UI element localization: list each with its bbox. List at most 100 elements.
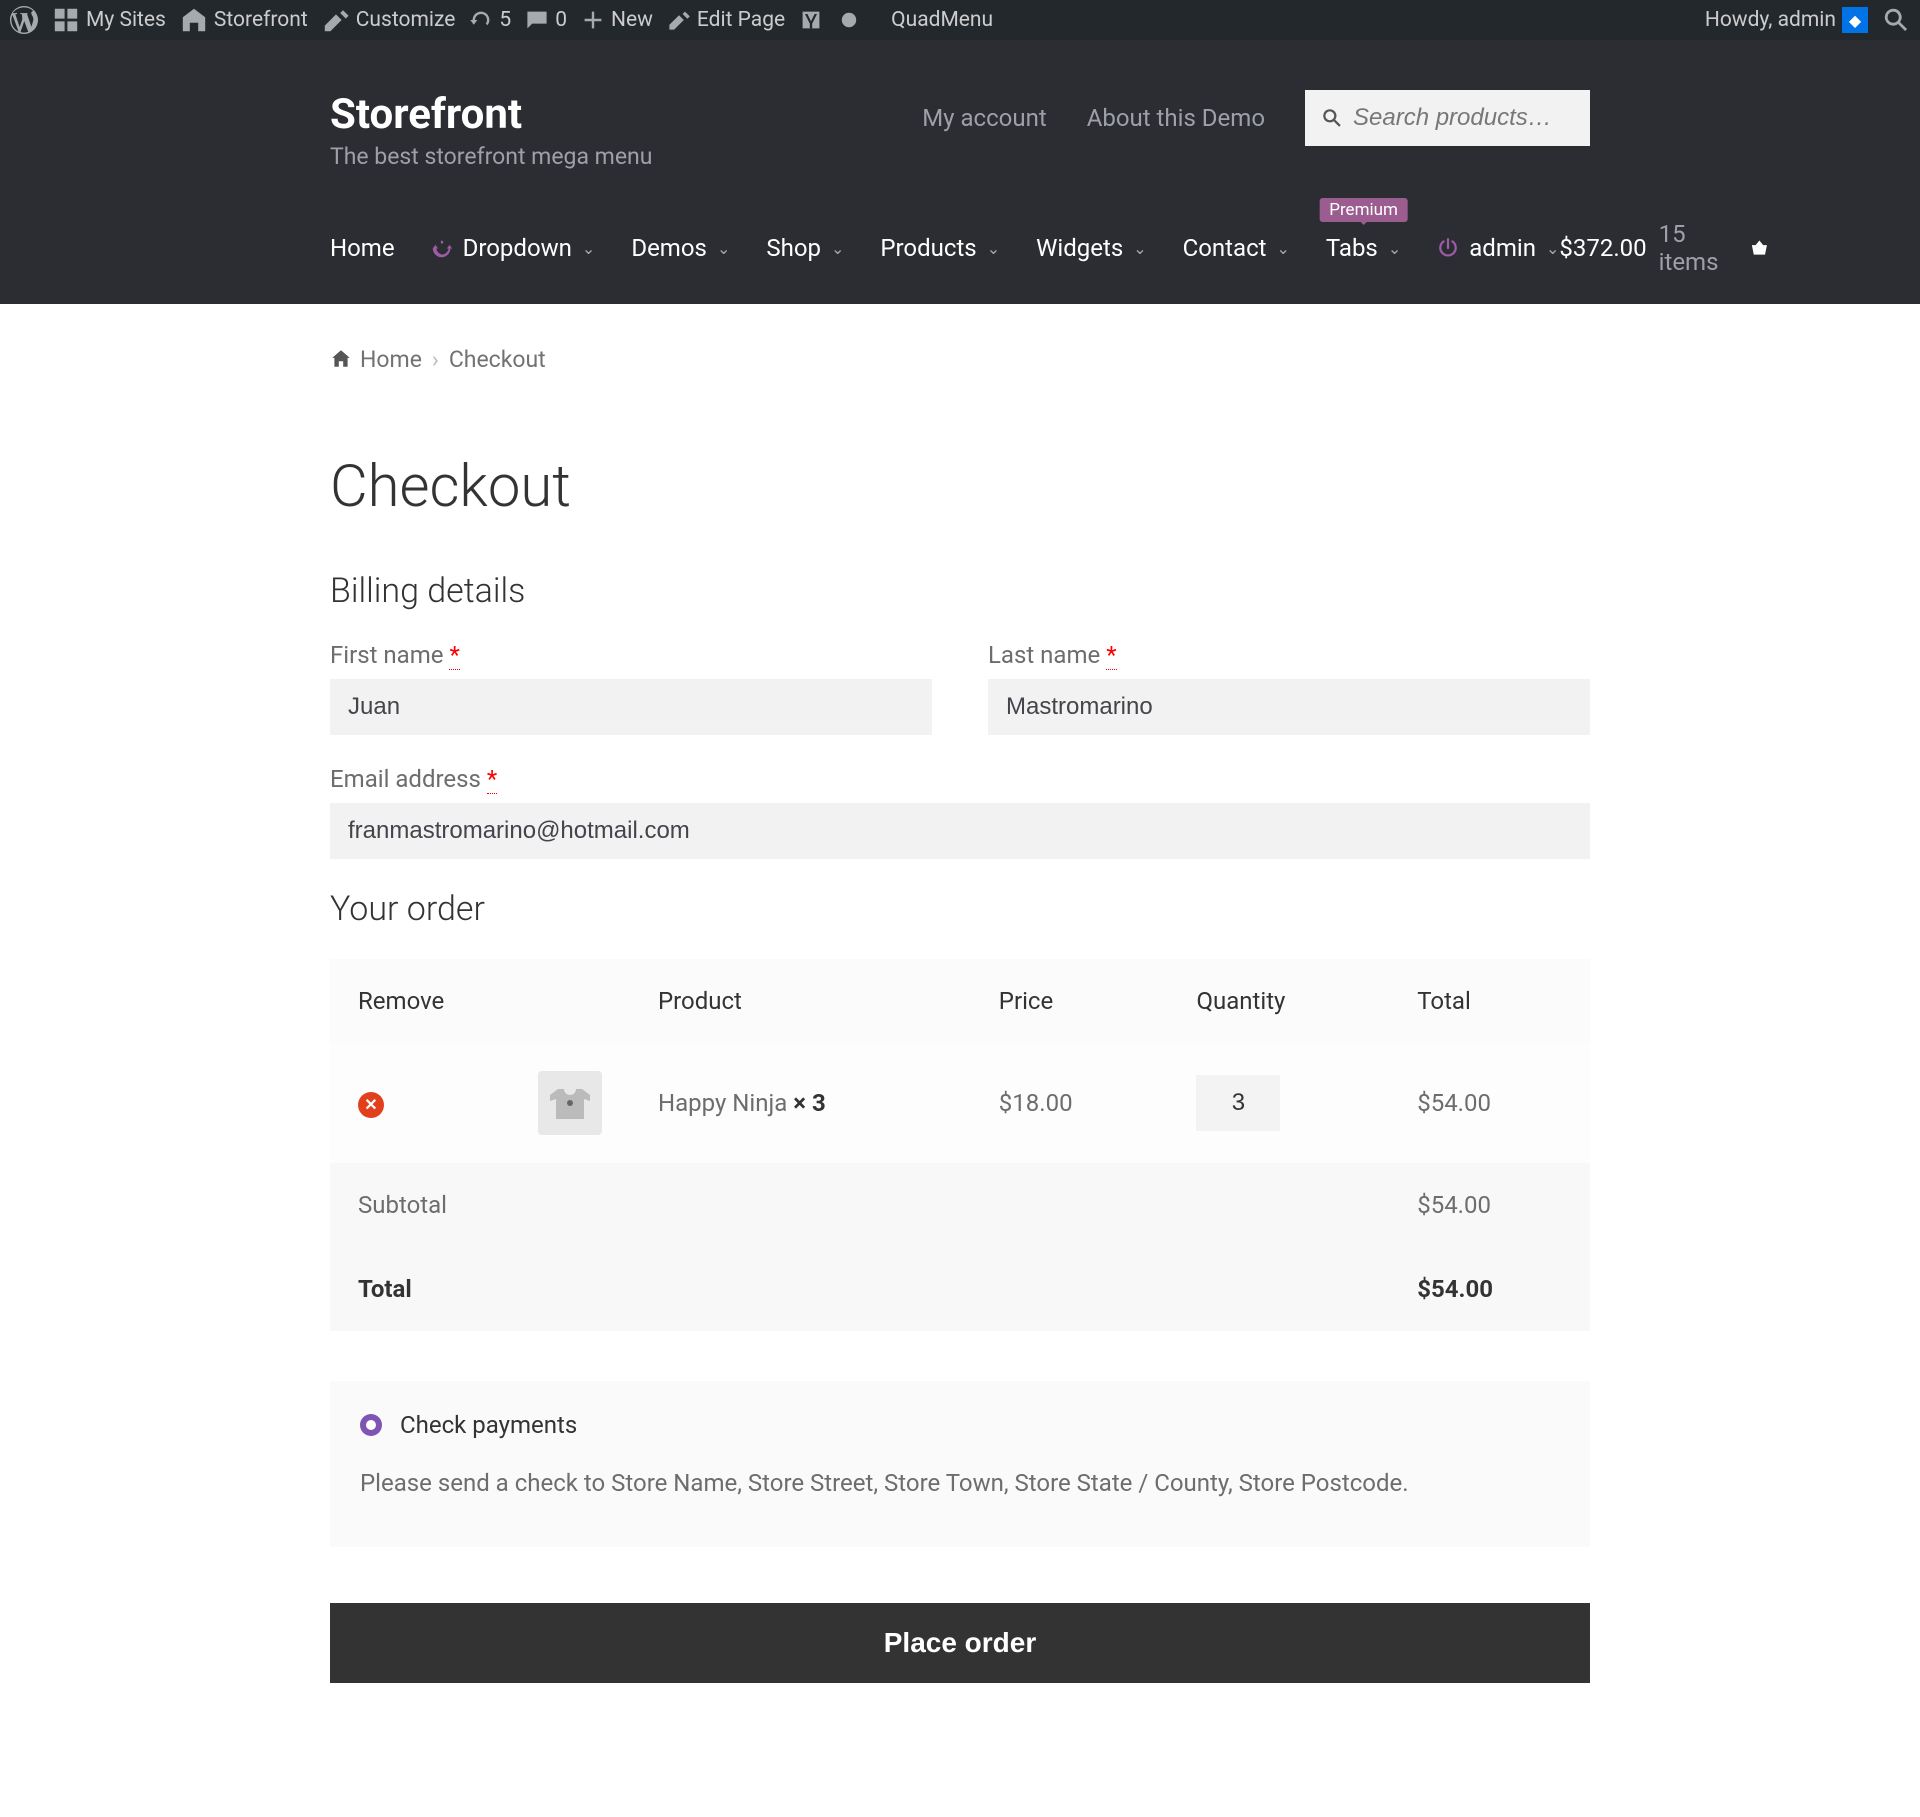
chevron-down-icon: ⌄ [717, 239, 730, 258]
last-name-field: Last name * [988, 641, 1590, 735]
nav-admin-label: admin [1469, 234, 1536, 262]
subtotal-label: Subtotal [330, 1163, 1389, 1247]
payment-radio[interactable] [360, 1414, 382, 1436]
total-label: Total [330, 1247, 1389, 1331]
product-name[interactable]: Happy Ninja [658, 1089, 787, 1117]
nav-home-label: Home [330, 234, 395, 262]
about-demo-link[interactable]: About this Demo [1087, 104, 1265, 132]
col-product: Product [630, 959, 971, 1043]
nav-admin[interactable]: admin ⌄ [1437, 234, 1559, 262]
home-icon [330, 348, 352, 370]
search-input[interactable] [1305, 90, 1590, 146]
quadmenu-link[interactable]: QuadMenu [891, 8, 993, 32]
circle-icon[interactable] [837, 8, 861, 32]
payment-desc: Please send a check to Store Name, Store… [330, 1469, 1590, 1547]
nav-contact-label: Contact [1183, 234, 1267, 262]
updates-count: 5 [499, 8, 511, 32]
place-order-button[interactable]: Place order [330, 1603, 1590, 1683]
col-remove: Remove [330, 959, 510, 1043]
cart-total: $372.00 [1559, 234, 1646, 262]
remove-button[interactable]: ✕ [358, 1092, 384, 1118]
product-thumb[interactable] [538, 1071, 602, 1135]
last-name-label: Last name * [988, 641, 1590, 669]
wp-admin-bar: My Sites Storefront Customize 5 0 New Ed… [0, 0, 1920, 40]
nav-demos[interactable]: Demos ⌄ [631, 234, 730, 262]
my-sites-link[interactable]: My Sites [52, 6, 166, 34]
nav-contact[interactable]: Contact ⌄ [1183, 234, 1290, 262]
avatar-icon: ◆ [1842, 7, 1868, 33]
col-thumb [510, 959, 630, 1043]
main-nav: Home Dropdown ⌄ Demos ⌄ Shop ⌄ Products ⌄ Wi… [0, 200, 1920, 304]
wp-logo[interactable] [10, 6, 38, 34]
quadmenu-label: QuadMenu [891, 8, 993, 32]
nav-tabs-label: Tabs [1326, 234, 1378, 262]
total-value: $54.00 [1389, 1247, 1590, 1331]
search-icon[interactable] [1882, 6, 1910, 34]
breadcrumb-home[interactable]: Home [360, 346, 422, 373]
chevron-down-icon: ⌄ [1546, 239, 1559, 258]
qty-input[interactable] [1196, 1075, 1280, 1131]
nav-products-label: Products [880, 234, 976, 262]
table-row: ✕ Happy Ninja × 3 $18.00 $54.00 [330, 1043, 1590, 1163]
nav-widgets[interactable]: Widgets ⌄ [1036, 234, 1147, 262]
breadcrumb-separator: › [432, 346, 439, 373]
basket-icon [1750, 235, 1769, 261]
chevron-down-icon: ⌄ [582, 239, 595, 258]
last-name-input[interactable] [988, 679, 1590, 735]
order-heading: Your order [330, 889, 1590, 929]
breadcrumb-current: Checkout [449, 346, 546, 373]
site-label: Storefront [214, 8, 308, 32]
nav-widgets-label: Widgets [1036, 234, 1123, 262]
yoast-icon[interactable] [799, 8, 823, 32]
edit-label: Edit Page [697, 8, 785, 32]
subtotal-value: $54.00 [1389, 1163, 1590, 1247]
product-xqty: × 3 [793, 1089, 825, 1117]
power-icon [1437, 237, 1459, 259]
order-table: Remove Product Price Quantity Total ✕ Ha… [330, 959, 1590, 1331]
nav-dropdown-label: Dropdown [463, 234, 572, 262]
chevron-down-icon: ⌄ [1133, 239, 1146, 258]
new-label: New [611, 8, 653, 32]
first-name-label: First name * [330, 641, 932, 669]
nav-home[interactable]: Home [330, 234, 395, 262]
site-link[interactable]: Storefront [180, 6, 308, 34]
nav-tabs[interactable]: PremiumTabs⌄ [1326, 234, 1401, 262]
first-name-input[interactable] [330, 679, 932, 735]
nav-demos-label: Demos [631, 234, 707, 262]
chevron-down-icon: ⌄ [987, 239, 1000, 258]
required-mark: * [1106, 641, 1116, 670]
site-title[interactable]: Storefront [330, 90, 652, 139]
payment-box: Check payments Please send a check to St… [330, 1381, 1590, 1547]
required-mark: * [487, 765, 497, 794]
howdy-label: Howdy, admin [1705, 8, 1836, 32]
nav-products[interactable]: Products ⌄ [880, 234, 1000, 262]
product-total: $54.00 [1389, 1043, 1590, 1163]
nav-dropdown[interactable]: Dropdown ⌄ [431, 234, 596, 262]
nav-shop[interactable]: Shop ⌄ [766, 234, 844, 262]
col-price: Price [971, 959, 1169, 1043]
cart-link[interactable]: $372.00 15 items [1559, 220, 1768, 276]
product-price: $18.00 [971, 1043, 1169, 1163]
updates-link[interactable]: 5 [469, 8, 511, 32]
email-input[interactable] [330, 803, 1590, 859]
customize-label: Customize [356, 8, 456, 32]
chevron-down-icon: ⌄ [831, 239, 844, 258]
required-mark: * [449, 641, 459, 670]
branding: Storefront The best storefront mega menu [330, 90, 652, 170]
customize-link[interactable]: Customize [322, 6, 456, 34]
comments-link[interactable]: 0 [525, 8, 567, 32]
my-sites-label: My Sites [86, 8, 166, 32]
breadcrumb: Home › Checkout [330, 334, 1590, 413]
email-label: Email address * [330, 765, 1590, 793]
my-account-link[interactable]: My account [922, 104, 1046, 132]
col-qty: Quantity [1168, 959, 1389, 1043]
nav-shop-label: Shop [766, 234, 821, 262]
new-link[interactable]: New [581, 8, 653, 32]
product-search [1305, 90, 1590, 146]
top-links: My account About this Demo [922, 90, 1590, 146]
chevron-down-icon: ⌄ [1277, 239, 1290, 258]
howdy-link[interactable]: Howdy, admin◆ [1705, 7, 1868, 33]
payment-method[interactable]: Check payments [400, 1411, 577, 1439]
edit-link[interactable]: Edit Page [667, 8, 785, 32]
cart-count: 15 items [1659, 220, 1726, 276]
